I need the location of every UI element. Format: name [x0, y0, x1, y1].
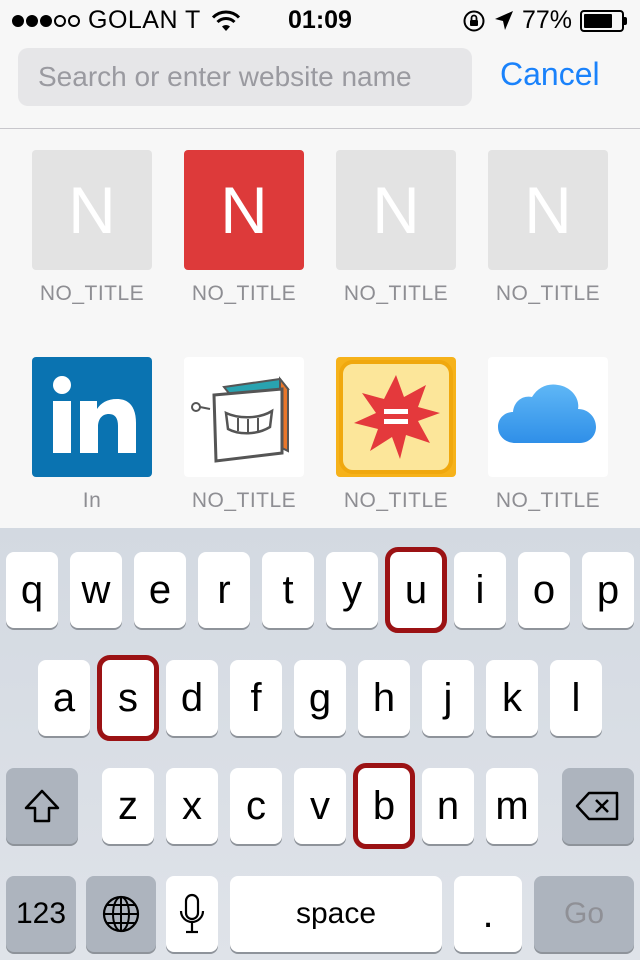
key-f[interactable]: f	[230, 660, 282, 736]
icloud-icon[interactable]	[488, 357, 608, 477]
favorite-label: NO_TITLE	[343, 489, 449, 512]
delete-key[interactable]	[562, 768, 634, 844]
favorite-label: NO_TITLE	[495, 282, 601, 305]
favorite-item[interactable]: NO_TITLE	[326, 357, 466, 513]
key-y[interactable]: y	[326, 552, 378, 628]
favorite-item[interactable]: N NO_TITLE	[478, 150, 618, 306]
key-n[interactable]: n	[422, 768, 474, 844]
favorite-item[interactable]: In	[22, 357, 162, 513]
key-a[interactable]: a	[38, 660, 90, 736]
status-bar: GOLAN T 01:09 77%	[0, 0, 640, 40]
space-key[interactable]: space	[230, 876, 442, 952]
key-b[interactable]: b	[353, 763, 415, 849]
cube-robot-icon[interactable]	[184, 357, 304, 477]
favorite-item[interactable]: N NO_TITLE	[22, 150, 162, 306]
favorite-item[interactable]: NO_TITLE	[478, 357, 618, 513]
key-s[interactable]: s	[97, 655, 159, 741]
starburst-equals-icon[interactable]	[336, 357, 456, 477]
key-p[interactable]: p	[582, 552, 634, 628]
shift-icon	[24, 789, 60, 823]
key-d[interactable]: d	[166, 660, 218, 736]
search-input[interactable]	[18, 48, 472, 106]
key-j[interactable]: j	[422, 660, 474, 736]
key-r[interactable]: r	[198, 552, 250, 628]
key-l[interactable]: l	[550, 660, 602, 736]
key-q[interactable]: q	[6, 552, 58, 628]
period-key[interactable]: .	[454, 876, 522, 952]
key-e[interactable]: e	[134, 552, 186, 628]
battery-percentage: 77%	[521, 6, 572, 34]
key-u[interactable]: u	[385, 547, 447, 633]
favorite-tile[interactable]: N	[336, 150, 456, 270]
key-c[interactable]: c	[230, 768, 282, 844]
favorite-item[interactable]: N NO_TITLE	[174, 150, 314, 306]
key-o[interactable]: o	[518, 552, 570, 628]
keyboard: q w e r t y u i o p a s d f g h j k l z …	[0, 528, 640, 960]
favorite-label: NO_TITLE	[191, 489, 297, 512]
favorite-label: In	[82, 489, 102, 512]
globe-key[interactable]	[86, 876, 156, 952]
key-x[interactable]: x	[166, 768, 218, 844]
favorite-item[interactable]: N NO_TITLE	[326, 150, 466, 306]
favorite-tile[interactable]: N	[488, 150, 608, 270]
location-arrow-icon	[494, 10, 513, 30]
favorite-label: NO_TITLE	[495, 489, 601, 512]
key-h[interactable]: h	[358, 660, 410, 736]
key-z[interactable]: z	[102, 768, 154, 844]
go-key[interactable]: Go	[534, 876, 634, 952]
key-k[interactable]: k	[486, 660, 538, 736]
numbers-key[interactable]: 123	[6, 876, 76, 952]
search-field[interactable]	[18, 48, 472, 106]
key-w[interactable]: w	[70, 552, 122, 628]
header-divider	[0, 128, 640, 129]
favorite-tile[interactable]: N	[32, 150, 152, 270]
linkedin-icon[interactable]	[32, 357, 152, 477]
favorite-tile[interactable]: N	[184, 150, 304, 270]
shift-key[interactable]	[6, 768, 78, 844]
battery-icon	[580, 9, 628, 32]
globe-icon	[102, 895, 140, 933]
key-t[interactable]: t	[262, 552, 314, 628]
key-i[interactable]: i	[454, 552, 506, 628]
cancel-button[interactable]: Cancel	[500, 56, 600, 93]
microphone-icon	[179, 893, 205, 934]
backspace-icon	[575, 791, 619, 821]
favorite-label: NO_TITLE	[39, 282, 145, 305]
dictation-key[interactable]	[166, 876, 218, 952]
favorite-label: NO_TITLE	[343, 282, 449, 305]
key-v[interactable]: v	[294, 768, 346, 844]
rotation-lock-icon	[463, 10, 485, 31]
key-m[interactable]: m	[486, 768, 538, 844]
favorite-item[interactable]: NO_TITLE	[174, 357, 314, 513]
key-g[interactable]: g	[294, 660, 346, 736]
favorite-label: NO_TITLE	[191, 282, 297, 305]
